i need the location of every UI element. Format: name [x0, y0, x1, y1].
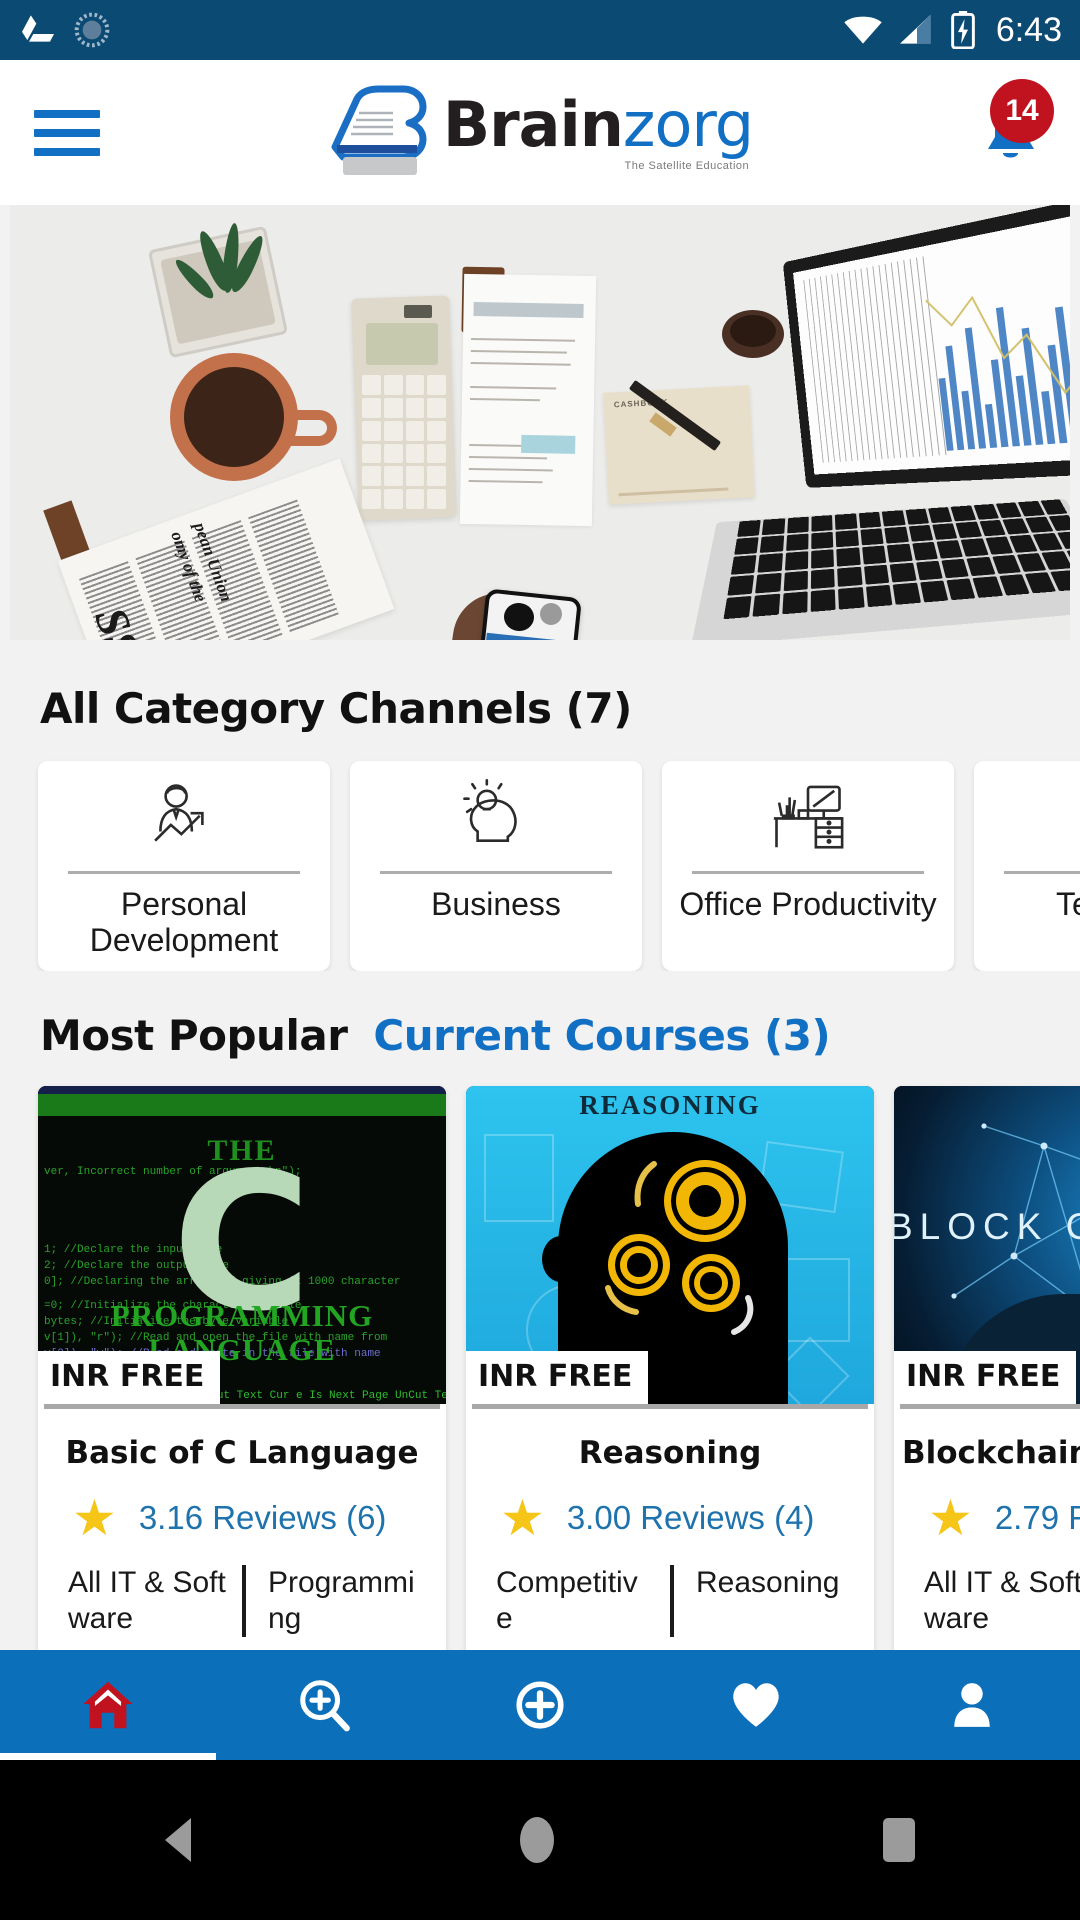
- calculator-solar-panel: [404, 305, 432, 318]
- status-bar: 6:43: [0, 0, 1080, 60]
- course-tag-category: All IT & Software: [68, 1566, 226, 1635]
- thumb-heading: BLOCK CHAIN: [894, 1206, 1080, 1247]
- most-popular-header: Most Popular Current Courses (3): [0, 971, 1080, 1060]
- course-title: Basic of C Language: [65, 1435, 419, 1471]
- course-tag-subcategory: Programming: [242, 1565, 446, 1637]
- category-channel-list[interactable]: Personal Development Business Office Pro…: [0, 733, 1080, 971]
- hero-banner[interactable]: CASHBOOK SS omy of the pean Union: [10, 205, 1070, 640]
- course-tag-category: All IT & Software: [924, 1566, 1080, 1635]
- home-icon: [83, 1681, 133, 1729]
- rating-text[interactable]: 3.16 Reviews (6): [139, 1499, 387, 1537]
- star-icon: ★: [72, 1490, 117, 1546]
- price-badge: INR FREE: [466, 1351, 649, 1404]
- course-rating: ★ 2.79 Reviews (3): [894, 1471, 1080, 1543]
- cellular-signal-icon: [899, 14, 931, 44]
- status-bar-left-icons: [18, 10, 112, 50]
- category-section-title: All Category Channels (7): [40, 684, 632, 733]
- category-card-personal-development[interactable]: Personal Development: [38, 761, 330, 971]
- coffee-liquid: [184, 367, 284, 467]
- plus-circle-icon: [516, 1681, 564, 1729]
- newspaper: SS omy of the pean Union: [57, 458, 395, 640]
- app-logo: Brainzorg The Satellite Education: [0, 60, 1080, 205]
- star-icon: ★: [928, 1490, 973, 1546]
- status-bar-clock: 6:43: [995, 10, 1062, 49]
- back-triangle-icon[interactable]: [164, 1818, 191, 1862]
- course-card[interactable]: REASONING INR FREE Reasoning ★ 3.00 Revi…: [466, 1086, 874, 1661]
- recents-square-icon[interactable]: [883, 1818, 916, 1862]
- price-badge: INR FREE: [894, 1351, 1077, 1404]
- drive-icon: [22, 15, 54, 42]
- course-card[interactable]: ver, Incorrect number of arguments\n"); …: [38, 1086, 446, 1661]
- category-label: Personal Development: [89, 886, 279, 959]
- course-card[interactable]: BLOCK CHAIN TECHNOLOGY INR FREE Blockcha…: [894, 1086, 1080, 1661]
- heart-icon: [733, 1683, 779, 1727]
- book-logo-icon: [327, 85, 437, 181]
- nav-item-search[interactable]: [216, 1650, 432, 1760]
- price-badge: INR FREE: [38, 1351, 221, 1404]
- cashbook-notepad: CASHBOOK: [603, 385, 755, 505]
- calculator-keys: [362, 375, 446, 509]
- category-card-office-productivity[interactable]: Office Productivity: [662, 761, 954, 971]
- course-tags: All IT & Software Programming: [894, 1565, 1080, 1661]
- android-navigation-bar: [0, 1760, 1080, 1920]
- course-thumbnail: REASONING INR FREE: [466, 1086, 874, 1404]
- nav-item-home[interactable]: [0, 1650, 216, 1760]
- course-card-list[interactable]: ver, Incorrect number of arguments\n"); …: [0, 1060, 1080, 1661]
- battery-charging-icon: [950, 11, 975, 49]
- course-title: Blockchain Technology: [902, 1435, 1080, 1471]
- course-tags: All IT & Software Programming: [38, 1565, 446, 1661]
- hamburger-menu-icon[interactable]: [34, 109, 100, 156]
- phone-dot: [540, 603, 562, 625]
- notification-badge: 14: [990, 78, 1054, 143]
- rating-text[interactable]: 2.79 Reviews (3): [995, 1499, 1080, 1537]
- course-title: Reasoning: [578, 1435, 762, 1471]
- course-thumbnail: BLOCK CHAIN TECHNOLOGY INR FREE: [894, 1086, 1080, 1404]
- person-growth-chart-icon: [142, 777, 226, 865]
- status-bar-right-icons: 6:43: [842, 11, 1062, 50]
- current-courses-tab[interactable]: Current Courses (3): [373, 1011, 830, 1060]
- wifi-icon: [844, 16, 882, 44]
- category-label: Business: [431, 886, 561, 922]
- logo-brand-light: zorg: [622, 87, 754, 161]
- nav-item-wishlist[interactable]: [648, 1650, 864, 1760]
- course-rating: ★ 3.16 Reviews (6): [38, 1471, 446, 1543]
- category-label: Teaching: [1055, 886, 1080, 922]
- course-tag-category: Competitive: [496, 1566, 638, 1635]
- most-popular-label: Most Popular: [40, 1011, 348, 1060]
- mug-handle: [285, 410, 337, 446]
- course-tag-subcategory: Reasoning: [670, 1565, 874, 1637]
- star-icon: ★: [500, 1490, 545, 1546]
- clock-icon: [74, 12, 110, 48]
- course-thumbnail: ver, Incorrect number of arguments\n"); …: [38, 1086, 446, 1404]
- calculator-screen: [366, 323, 438, 365]
- bottom-navigation-bar: [0, 1650, 1080, 1760]
- nav-item-add[interactable]: [432, 1650, 648, 1760]
- office-desk-icon: [766, 777, 850, 865]
- search-zoom-icon: [300, 1680, 350, 1732]
- lightbulb-head-icon: [454, 777, 538, 865]
- category-card-teaching[interactable]: Teaching: [974, 761, 1080, 971]
- stone-highlight: [730, 315, 776, 347]
- category-label: Office Productivity: [679, 886, 937, 922]
- course-tags: Competitive Reasoning: [466, 1565, 874, 1661]
- thumb-line-1: PROGRAMMING: [110, 1298, 374, 1333]
- logo-wordmark: Brainzorg: [443, 93, 754, 156]
- course-rating: ★ 3.00 Reviews (4): [466, 1471, 874, 1543]
- logo-brand-dark: Brain: [442, 87, 624, 161]
- app-header: Brainzorg The Satellite Education 14: [0, 60, 1080, 205]
- rating-text[interactable]: 3.00 Reviews (4): [567, 1499, 815, 1537]
- category-card-business[interactable]: Business: [350, 761, 642, 971]
- nav-item-profile[interactable]: [864, 1650, 1080, 1760]
- handwritten-notes: [459, 273, 597, 527]
- person-icon: [954, 1683, 990, 1727]
- notification-button[interactable]: 14: [976, 78, 1054, 173]
- logo-tagline: The Satellite Education: [624, 159, 750, 172]
- home-circle-icon[interactable]: [519, 1817, 554, 1863]
